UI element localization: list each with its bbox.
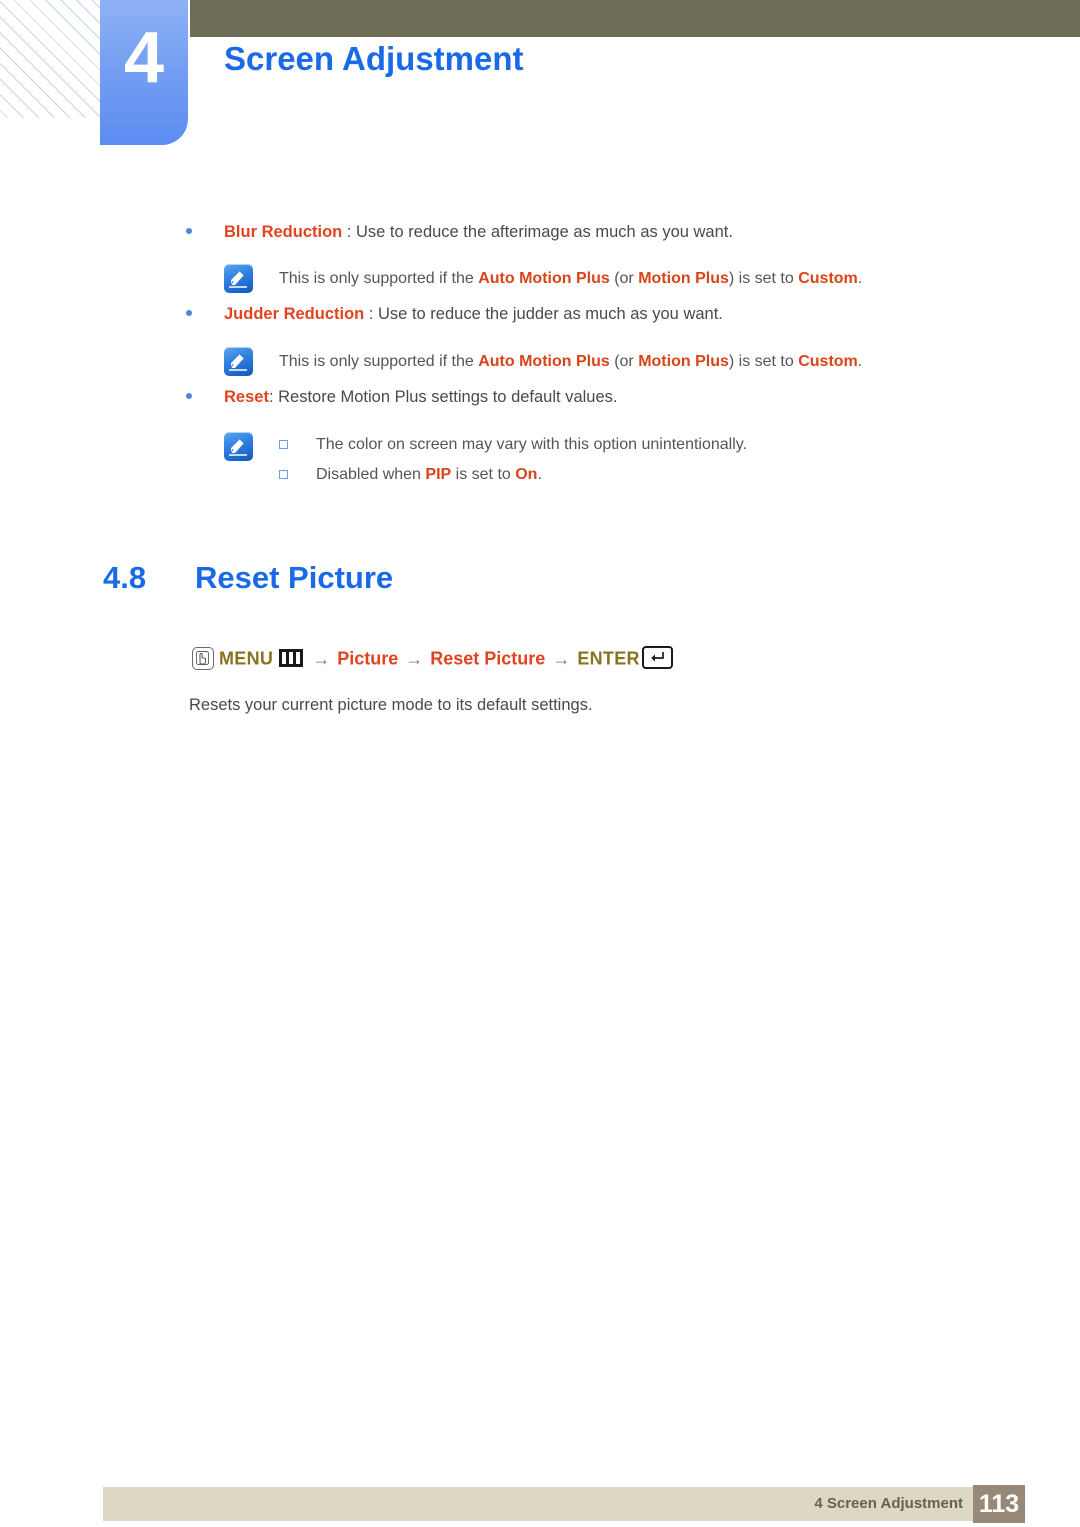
keyword-auto-motion-plus: Auto Motion Plus [478,352,610,370]
note-text: This is only supported if the Auto Motio… [279,270,862,288]
note-pre: This is only supported if the [279,269,479,287]
arrow-icon: → [552,648,571,669]
menu-step-picture: Picture [337,648,399,669]
hand-press-icon [192,646,214,670]
sub-pre: Disabled when [316,466,426,484]
keyword-custom: Custom [798,352,858,370]
note-pencil-icon [224,264,253,293]
bullet-rest-text: : Restore Motion Plus settings to defaul… [268,388,618,407]
enter-key-icon [641,646,673,669]
description-text: Resets your current picture mode to its … [189,696,593,714]
note-block: The color on screen may vary with this o… [224,430,747,490]
bullet-dot-icon [186,310,192,317]
note-text: This is only supported if the Auto Motio… [279,353,862,371]
list-item: The color on screen may vary with this o… [279,430,747,460]
bullet-dot-icon [186,228,192,235]
note-pencil-icon [224,347,253,376]
keyword-motion-plus: Motion Plus [638,352,729,370]
keyword-blur-reduction: Blur Reduction [224,223,343,242]
bullet-content: Blur Reduction : Use to reduce the after… [224,223,733,242]
keyword-pip: PIP [425,466,452,484]
keyword-auto-motion-plus: Auto Motion Plus [478,269,610,287]
footer-chapter-label: 4 Screen Adjustment [814,1495,963,1512]
sub-bullet-square-icon [279,439,288,449]
section-title: Reset Picture [195,560,394,595]
menu-step-reset-picture: Reset Picture [430,648,546,669]
list-item: Disabled when PIP is set to On. [279,460,747,490]
bullet-content: Judder Reduction : Use to reduce the jud… [224,305,723,324]
note-end: . [857,352,863,370]
arrow-icon: → [405,648,424,669]
keyword-on: On [515,466,538,484]
chapter-title: Screen Adjustment [224,40,524,77]
list-item: Reset: Restore Motion Plus settings to d… [186,388,617,407]
section-number: 4.8 [103,560,147,595]
page-header: 4 Screen Adjustment [0,0,1080,160]
chapter-number: 4 [123,18,165,98]
list-item: Blur Reduction : Use to reduce the after… [186,223,733,242]
note-pre: This is only supported if the [279,352,479,370]
keyword-custom: Custom [798,269,858,287]
sub-mid: is set to [451,466,516,484]
note-block: This is only supported if the Auto Motio… [224,264,862,293]
note-pencil-icon [224,432,253,461]
sub-item-text: Disabled when PIP is set to On. [316,460,542,490]
sub-item-text: The color on screen may vary with this o… [316,436,748,453]
header-olive-bar [190,0,1080,37]
page-title: 4.8 Reset Picture [103,560,393,596]
note-sub-list: The color on screen may vary with this o… [279,430,747,490]
arrow-icon: → [312,648,331,669]
bullet-rest-text: : Use to reduce the afterimage as much a… [342,223,733,242]
keyword-motion-plus: Motion Plus [638,269,729,287]
list-item: Judder Reduction : Use to reduce the jud… [186,305,723,324]
chapter-tab: 4 [100,0,188,145]
keyword-reset: Reset [224,388,269,407]
note-mid2: ) is set to [728,352,799,370]
note-end: . [857,269,863,287]
sub-end: . [537,466,542,484]
note-mid1: (or [609,269,639,287]
note-mid2: ) is set to [728,269,799,287]
page-footer: 4 Screen Adjustment 113 [103,1485,1025,1523]
menu-label: MENU [219,648,274,669]
sub-bullet-square-icon [279,469,288,479]
bullet-rest-text: : Use to reduce the judder as much as yo… [364,305,723,324]
keyword-judder-reduction: Judder Reduction [224,305,365,324]
enter-label: ENTER [577,648,640,669]
menu-bars-icon [279,649,304,667]
breadcrumb: MENU → Picture → Reset Picture → ENTER [192,646,673,672]
note-mid1: (or [609,352,639,370]
note-block: This is only supported if the Auto Motio… [224,347,862,376]
bullet-dot-icon [186,393,192,400]
bullet-content: Reset: Restore Motion Plus settings to d… [224,388,617,407]
page-number: 113 [973,1485,1025,1523]
